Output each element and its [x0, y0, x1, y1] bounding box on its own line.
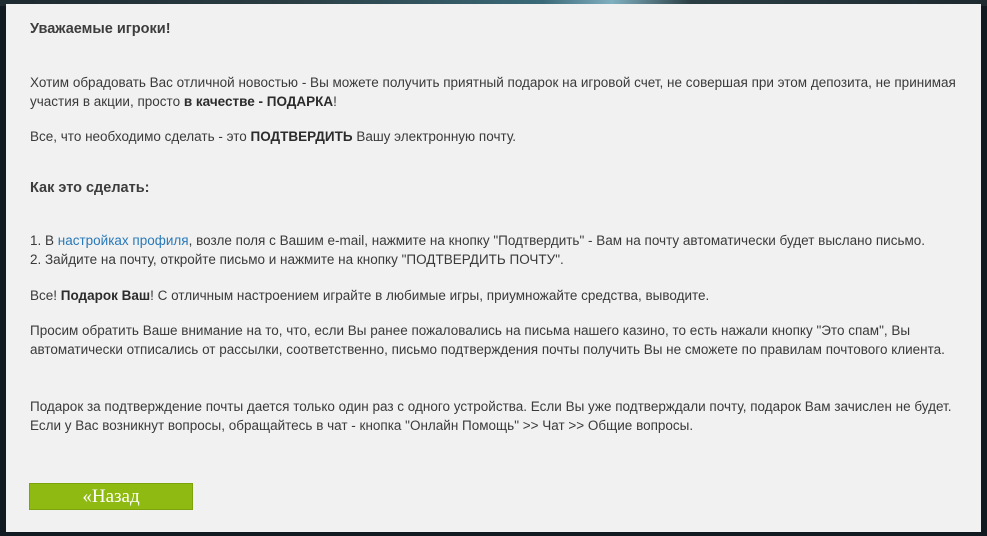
gift-note: Подарок за подтверждение почты дается то…: [30, 399, 952, 414]
step-1: 1. В настройках профиля, возле поля с Ва…: [30, 233, 925, 248]
steps-list: 1. В настройках профиля, возле поля с Ва…: [30, 231, 960, 269]
confirm-paragraph: Все, что необходимо сделать - это ПОДТВЕ…: [30, 127, 960, 146]
intro-bold: в качестве - ПОДАРКА: [183, 94, 334, 109]
done-prefix: Все!: [30, 288, 61, 303]
step-1-prefix: 1. В: [30, 233, 58, 248]
done-bold: Подарок Ваш: [60, 288, 151, 303]
gift-note-paragraph: Подарок за подтверждение почты дается то…: [30, 397, 960, 435]
profile-settings-link[interactable]: настройках профиля: [58, 233, 189, 248]
step-1-suffix: , возле поля с Вашим e-mail, нажмите на …: [188, 233, 926, 248]
step-2: 2. Зайдите на почту, откройте письмо и н…: [30, 252, 564, 267]
spam-note-paragraph: Просим обратить Ваше внимание на то, что…: [30, 323, 945, 357]
confirm-text-before: Все, что необходимо сделать - это: [30, 129, 251, 144]
howto-heading: Как это сделать:: [30, 180, 150, 196]
info-panel: Уважаемые игроки! Хотим обрадовать Вас о…: [6, 4, 981, 532]
done-paragraph: Все! Подарок Ваш! С отличным настроением…: [30, 286, 960, 305]
page-frame: Уважаемые игроки! Хотим обрадовать Вас о…: [0, 0, 987, 536]
confirm-text-after: Вашу электронную почту.: [352, 129, 516, 144]
confirm-bold: ПОДТВЕРДИТЬ: [250, 129, 353, 144]
intro-paragraph: Хотим обрадовать Вас отличной новостью -…: [30, 73, 960, 111]
greeting-heading: Уважаемые игроки!: [30, 21, 171, 37]
intro-text: Хотим обрадовать Вас отличной новостью -…: [30, 75, 956, 109]
intro-end: !: [333, 94, 337, 109]
questions-note: Если у Вас возникнут вопросы, обращайтес…: [30, 418, 694, 433]
back-button[interactable]: «Назад: [29, 483, 193, 510]
done-suffix: ! С отличным настроением играйте в любим…: [150, 288, 710, 303]
